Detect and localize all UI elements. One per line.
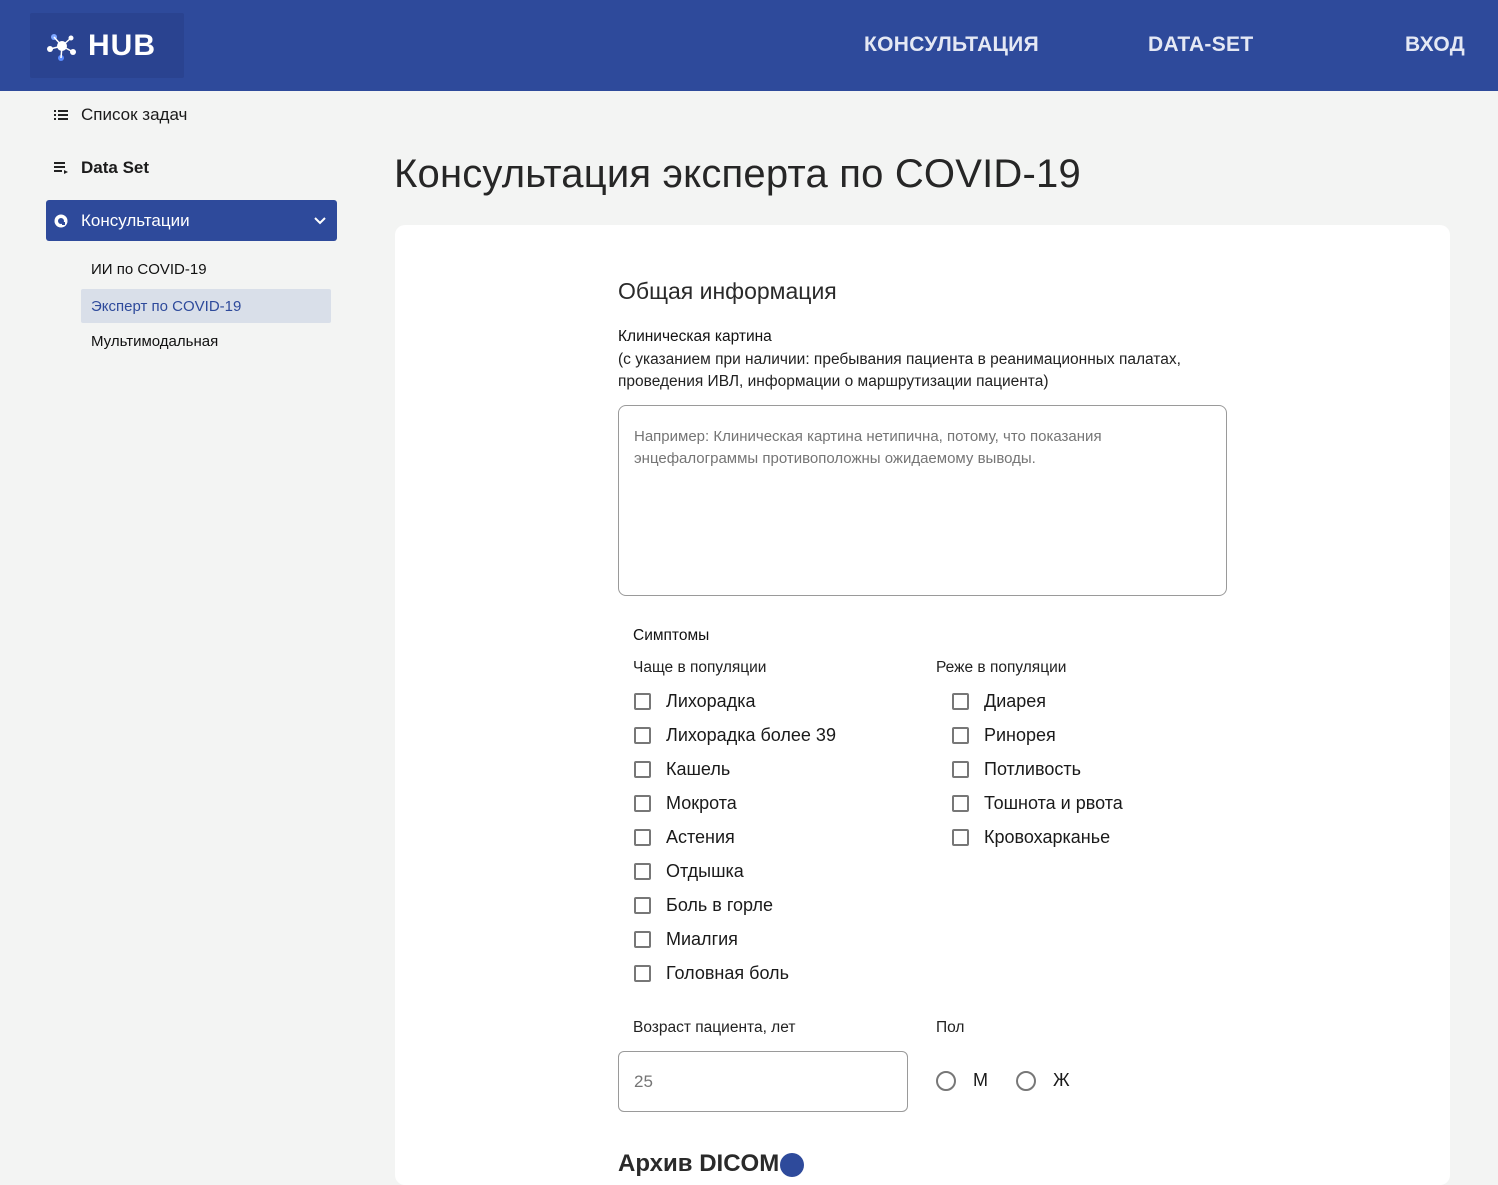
- chevron-down-icon[interactable]: [313, 212, 327, 232]
- section-title: Общая информация: [618, 278, 837, 304]
- symptom-label: Астения: [666, 826, 735, 847]
- consult-icon: [54, 214, 68, 228]
- checkbox-icon[interactable]: [952, 692, 969, 710]
- symptom-label: Лихорадка более 39: [666, 724, 836, 745]
- symptom-label: Диарея: [984, 690, 1047, 711]
- symptom-checkbox[interactable]: Ринорея: [952, 723, 1056, 747]
- page-title: Консультация эксперта по COVID-19: [394, 152, 1081, 196]
- symptom-checkbox[interactable]: Диарея: [952, 689, 1046, 713]
- sidebar-subitem-expert-covid[interactable]: Эксперт по COVID-19: [81, 289, 331, 323]
- checkbox-icon[interactable]: [634, 896, 651, 914]
- checkbox-icon[interactable]: [634, 828, 651, 846]
- checkbox-icon[interactable]: [634, 760, 651, 778]
- age-input[interactable]: [618, 1051, 908, 1112]
- checkbox-icon[interactable]: [634, 964, 651, 982]
- checkbox-icon[interactable]: [634, 794, 651, 812]
- symptoms-title: Симптомы: [633, 627, 710, 644]
- checkbox-icon[interactable]: [634, 930, 651, 948]
- nav-dataset[interactable]: DATA-SET: [1148, 33, 1253, 57]
- checkbox-icon[interactable]: [952, 726, 969, 744]
- molecule-icon: [47, 33, 76, 61]
- symptom-label: Лихорадка: [666, 690, 756, 711]
- sidebar-subitem-ai-covid[interactable]: ИИ по COVID-19: [81, 252, 331, 286]
- sidebar-item-dataset[interactable]: Data Set: [46, 147, 337, 188]
- symptom-checkbox[interactable]: Миалгия: [634, 927, 738, 951]
- symptom-checkbox[interactable]: Тошнота и рвота: [952, 791, 1123, 815]
- checkbox-icon[interactable]: [952, 760, 969, 778]
- sidebar-item-consultations[interactable]: Консультации: [46, 200, 337, 241]
- clinical-picture-textarea[interactable]: [618, 405, 1227, 596]
- frequent-column-header: Чаще в популяции: [633, 659, 767, 676]
- checkbox-icon[interactable]: [634, 726, 651, 744]
- nav-login[interactable]: ВХОД: [1405, 33, 1465, 57]
- symptom-checkbox[interactable]: Лихорадка более 39: [634, 723, 836, 747]
- symptom-checkbox[interactable]: Кашель: [634, 757, 730, 781]
- dicom-section-title: Архив DICOM: [618, 1150, 780, 1177]
- sex-radio-male[interactable]: М: [936, 1070, 988, 1091]
- hub-logo[interactable]: HUB: [30, 13, 184, 78]
- symptom-label: Отдышка: [666, 860, 744, 881]
- age-label: Возраст пациента, лет: [633, 1019, 796, 1036]
- symptom-label: Боль в горле: [666, 894, 773, 915]
- top-navbar: HUB КОНСУЛЬТАЦИЯ DATA-SET ВХОД: [0, 0, 1498, 91]
- radio-icon[interactable]: [936, 1070, 956, 1091]
- sidebar-item-label: Data Set: [81, 157, 150, 177]
- logo-text: HUB: [88, 28, 156, 62]
- checkbox-icon[interactable]: [634, 862, 651, 880]
- symptom-checkbox[interactable]: Отдышка: [634, 859, 744, 883]
- symptom-label: Мокрота: [666, 792, 737, 813]
- symptom-checkbox[interactable]: Боль в горле: [634, 893, 773, 917]
- clinical-picture-label: Клиническая картина: [618, 328, 772, 345]
- symptom-label: Потливость: [984, 758, 1081, 779]
- symptom-checkbox[interactable]: Мокрота: [634, 791, 737, 815]
- sex-radio-female[interactable]: Ж: [1016, 1070, 1070, 1091]
- radio-label: М: [973, 1070, 988, 1090]
- dataset-icon: [54, 161, 68, 175]
- symptom-label: Миалгия: [666, 928, 738, 949]
- sidebar-subitem-label: Мультимодальная: [91, 332, 219, 350]
- sidebar-item-label: Список задач: [81, 104, 188, 124]
- radio-label: Ж: [1053, 1070, 1070, 1090]
- sex-label: Пол: [936, 1019, 965, 1036]
- checkbox-icon[interactable]: [952, 794, 969, 812]
- nav-consultation[interactable]: КОНСУЛЬТАЦИЯ: [864, 33, 1039, 57]
- clinical-picture-hint: (с указанием при наличии: пребывания пац…: [618, 351, 1181, 390]
- sidebar-subitem-label: ИИ по COVID-19: [91, 260, 207, 278]
- checkbox-icon[interactable]: [952, 828, 969, 846]
- symptom-label: Головная боль: [666, 962, 789, 983]
- symptom-label: Ринорея: [984, 724, 1056, 745]
- symptom-checkbox[interactable]: Астения: [634, 825, 735, 849]
- symptom-checkbox[interactable]: Кровохарканье: [952, 825, 1110, 849]
- sidebar-item-tasks[interactable]: Список задач: [46, 94, 337, 135]
- symptom-label: Кровохарканье: [984, 826, 1111, 847]
- sidebar-subitem-label: Эксперт по COVID-19: [91, 297, 242, 315]
- symptom-checkbox[interactable]: Лихорадка: [634, 689, 755, 713]
- sidebar-item-label: Консультации: [81, 210, 190, 230]
- rare-column-header: Реже в популяции: [936, 659, 1067, 676]
- radio-icon[interactable]: [1016, 1070, 1036, 1091]
- checkbox-icon[interactable]: [634, 692, 651, 710]
- symptom-label: Кашель: [666, 758, 731, 779]
- symptom-checkbox[interactable]: Головная боль: [634, 961, 789, 985]
- symptom-label: Тошнота и рвота: [984, 792, 1123, 813]
- help-icon[interactable]: [780, 1153, 804, 1177]
- symptom-checkbox[interactable]: Потливость: [952, 757, 1081, 781]
- list-icon: [54, 108, 68, 122]
- sidebar-subitem-multimodal[interactable]: Мультимодальная: [81, 324, 331, 358]
